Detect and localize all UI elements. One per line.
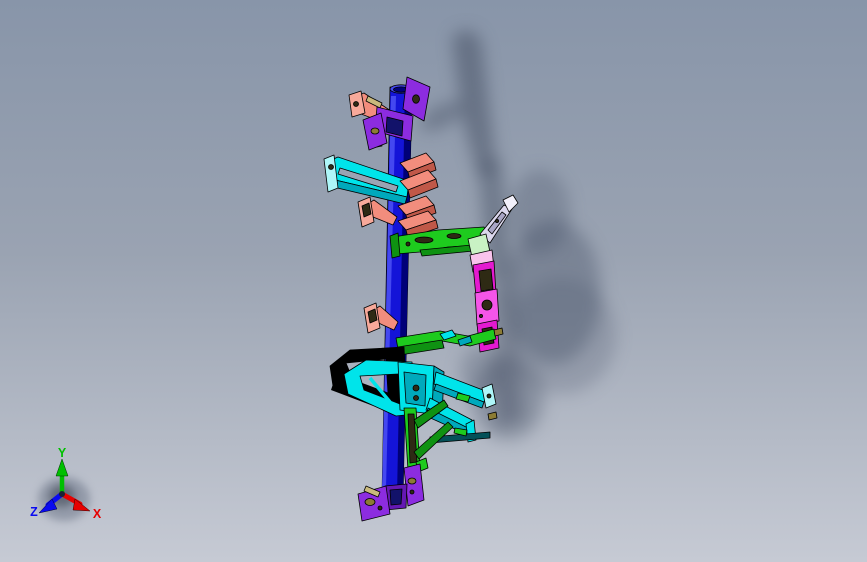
axis-x-label: X [93, 507, 102, 521]
axis-z-label: Z [30, 505, 38, 519]
axis-y-label: Y [58, 446, 67, 460]
cad-viewport[interactable]: Y Z X [0, 0, 867, 562]
axis-origin [59, 491, 65, 497]
